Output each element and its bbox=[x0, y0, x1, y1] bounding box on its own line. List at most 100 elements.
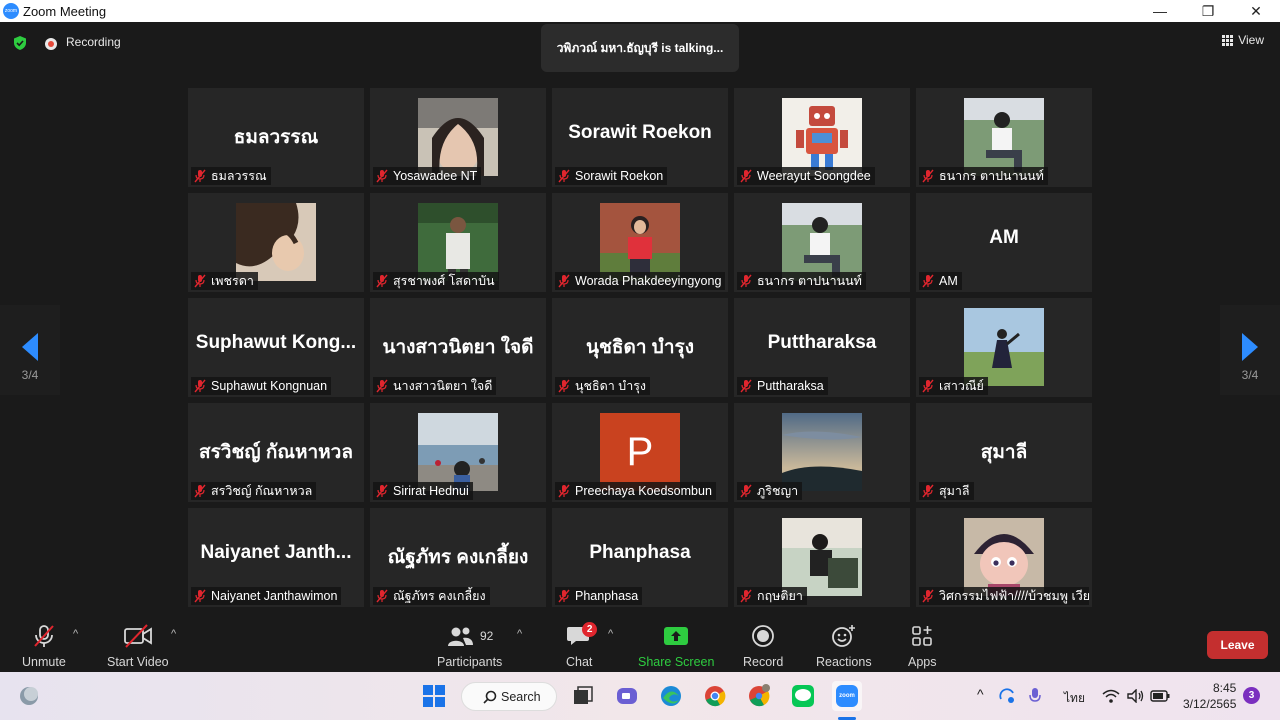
maximize-button[interactable]: ❐ bbox=[1184, 0, 1232, 22]
clock-time[interactable]: 8:45 bbox=[1213, 681, 1236, 695]
participant-video-tile[interactable]: ภูริชญา bbox=[734, 403, 910, 502]
participant-video-tile[interactable]: ณัฐภัทร คงเกลี้ยง ณัฐภัทร คงเกลี้ยง bbox=[370, 508, 546, 607]
chrome-icon[interactable] bbox=[700, 681, 730, 711]
chat-button[interactable]: 2 Chat bbox=[566, 622, 598, 669]
leave-button[interactable]: Leave bbox=[1207, 631, 1268, 659]
participant-profile-photo bbox=[964, 98, 1044, 176]
edge-browser-icon[interactable] bbox=[656, 681, 686, 711]
participants-options-caret[interactable]: ^ bbox=[517, 628, 522, 640]
view-button[interactable]: View bbox=[1222, 33, 1264, 47]
battery-icon[interactable] bbox=[1148, 681, 1172, 711]
next-page-button[interactable]: 3/4 bbox=[1220, 305, 1280, 395]
line-app-icon[interactable] bbox=[788, 681, 818, 711]
zoom-app-icon[interactable]: zoom bbox=[832, 681, 862, 711]
participant-name-label: Yosawadee NT bbox=[373, 167, 482, 185]
participant-video-tile[interactable]: Sirirat Hednui bbox=[370, 403, 546, 502]
share-screen-button[interactable]: Share Screen bbox=[638, 622, 714, 669]
start-video-button[interactable]: Start Video bbox=[107, 622, 169, 669]
participant-video-tile[interactable]: Yosawadee NT bbox=[370, 88, 546, 187]
reactions-button[interactable]: Reactions bbox=[816, 622, 872, 669]
volume-icon[interactable] bbox=[1124, 681, 1148, 711]
participant-video-tile[interactable]: Sorawit Roekon Sorawit Roekon bbox=[552, 88, 728, 187]
participant-video-tile[interactable]: นุชธิดา บำรุง นุชธิดา บำรุง bbox=[552, 298, 728, 397]
participant-video-tile[interactable]: กฤษติยา bbox=[734, 508, 910, 607]
previous-page-button[interactable]: 3/4 bbox=[0, 305, 60, 395]
apps-button[interactable]: Apps bbox=[908, 622, 937, 669]
show-hidden-icons-chevron-icon[interactable]: ^ bbox=[977, 686, 984, 702]
windows-taskbar: Search zoom ^ ไทย 8:45 3/12/2565 3 bbox=[0, 672, 1280, 720]
participant-name-label: ธนากร ตาปนานนท์ bbox=[919, 167, 1048, 185]
participant-profile-photo bbox=[782, 203, 862, 281]
chat-options-caret[interactable]: ^ bbox=[608, 628, 613, 640]
participant-name-label: สุมาลี bbox=[919, 482, 974, 500]
participant-video-tile[interactable]: P Preechaya Koedsombun bbox=[552, 403, 728, 502]
page-indicator-left: 3/4 bbox=[21, 368, 39, 382]
muted-mic-icon bbox=[376, 379, 388, 393]
participant-video-tile[interactable]: AM AM bbox=[916, 193, 1092, 292]
participant-video-tile[interactable]: สรวิชญ์ กัณหาหวล สรวิชญ์ กัณหาหวล bbox=[188, 403, 364, 502]
chrome-profile-icon[interactable] bbox=[744, 681, 774, 711]
participant-name-label: Sirirat Hednui bbox=[373, 482, 473, 500]
security-shield-icon[interactable] bbox=[12, 35, 28, 51]
participant-video-tile[interactable]: เสาวณีย์ bbox=[916, 298, 1092, 397]
audio-options-caret[interactable]: ^ bbox=[73, 628, 78, 640]
input-language[interactable]: ไทย bbox=[1064, 689, 1085, 708]
participant-name: Worada Phakdeeyingyong bbox=[575, 274, 722, 288]
minimize-button[interactable]: — bbox=[1136, 0, 1184, 22]
muted-mic-icon bbox=[558, 169, 570, 183]
participant-video-tile[interactable]: Naiyanet Janth... Naiyanet Janthawimon bbox=[188, 508, 364, 607]
muted-mic-icon bbox=[194, 274, 206, 288]
participant-name: นางสาวนิตยา ใจดี bbox=[393, 379, 493, 393]
task-view-icon[interactable] bbox=[568, 681, 598, 711]
video-options-caret[interactable]: ^ bbox=[171, 628, 176, 640]
participant-display-name: Puttharaksa bbox=[767, 332, 877, 353]
participant-video-tile[interactable]: ธนากร ตาปนานนท์ bbox=[734, 193, 910, 292]
participant-video-tile[interactable]: นางสาวนิตยา ใจดี นางสาวนิตยา ใจดี bbox=[370, 298, 546, 397]
zoom-logo-icon: zoom bbox=[3, 3, 19, 19]
participant-video-tile[interactable]: ธนากร ตาปนานนท์ bbox=[916, 88, 1092, 187]
participant-video-tile[interactable]: สุมาลี สุมาลี bbox=[916, 403, 1092, 502]
participant-profile-photo bbox=[964, 308, 1044, 386]
participant-video-tile[interactable]: เพชรดา bbox=[188, 193, 364, 292]
muted-mic-icon bbox=[922, 274, 934, 288]
participant-video-tile[interactable]: Suphawut Kong... Suphawut Kongnuan bbox=[188, 298, 364, 397]
record-button[interactable]: Record bbox=[743, 622, 783, 669]
notification-count-badge[interactable]: 3 bbox=[1243, 687, 1260, 704]
microphone-tray-icon[interactable] bbox=[1023, 681, 1047, 711]
participant-display-name: นางสาวนิตยา ใจดี bbox=[382, 337, 534, 358]
onedrive-sync-icon[interactable] bbox=[995, 681, 1019, 711]
participant-name: เพชรดา bbox=[211, 274, 254, 288]
participant-video-tile[interactable]: Worada Phakdeeyingyong bbox=[552, 193, 728, 292]
recording-label[interactable]: Recording bbox=[66, 35, 121, 49]
participant-display-name: นุชธิดา บำรุง bbox=[586, 337, 694, 358]
participant-name-label: นุชธิดา บำรุง bbox=[555, 377, 651, 395]
participant-video-tile[interactable]: วิศกรรมไฟฟ้า////บ้วชมพู เวีย... bbox=[916, 508, 1092, 607]
close-button[interactable]: ✕ bbox=[1232, 0, 1280, 22]
participant-name-label: Naiyanet Janthawimon bbox=[191, 587, 342, 605]
share-screen-label: Share Screen bbox=[638, 655, 715, 669]
participant-display-name: Phanphasa bbox=[589, 542, 691, 563]
participant-profile-photo bbox=[964, 518, 1044, 596]
participant-name-label: ธนากร ตาปนานนท์ bbox=[737, 272, 866, 290]
wifi-icon[interactable] bbox=[1099, 681, 1123, 711]
participants-button[interactable]: 92 Participants bbox=[437, 622, 502, 669]
participant-name: ธนากร ตาปนานนท์ bbox=[939, 169, 1044, 183]
view-label: View bbox=[1238, 33, 1264, 47]
teams-chat-icon[interactable] bbox=[612, 681, 642, 711]
unmute-button[interactable]: Unmute bbox=[22, 622, 66, 669]
muted-mic-icon bbox=[558, 379, 570, 393]
participant-name-label: Phanphasa bbox=[555, 587, 643, 605]
participant-video-tile[interactable]: Weerayut Soongdee bbox=[734, 88, 910, 187]
participant-video-tile[interactable]: สุรชาพงศ์ โสดาบัน bbox=[370, 193, 546, 292]
taskbar-search[interactable]: Search bbox=[461, 682, 557, 711]
grid-view-icon bbox=[1222, 34, 1234, 46]
participant-video-tile[interactable]: Phanphasa Phanphasa bbox=[552, 508, 728, 607]
participant-display-name: Naiyanet Janth... bbox=[200, 542, 352, 563]
windows-start-icon[interactable] bbox=[419, 681, 449, 711]
weather-icon[interactable] bbox=[14, 681, 44, 711]
participant-video-tile[interactable]: Puttharaksa Puttharaksa bbox=[734, 298, 910, 397]
mic-muted-icon bbox=[34, 625, 54, 647]
clock-date[interactable]: 3/12/2565 bbox=[1183, 697, 1236, 711]
participant-video-tile[interactable]: ธมลวรรณ ธมลวรรณ bbox=[188, 88, 364, 187]
participant-name: AM bbox=[939, 274, 958, 288]
